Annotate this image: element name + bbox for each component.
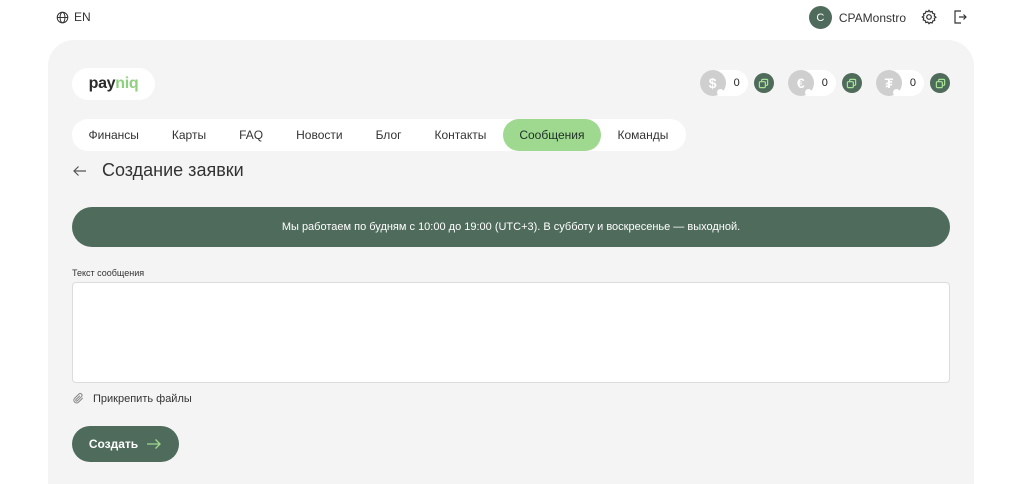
nav-item-faq[interactable]: FAQ xyxy=(223,119,280,151)
balance-value: 0 xyxy=(733,77,740,89)
attach-files-button[interactable]: Прикрепить файлы xyxy=(72,392,192,405)
tether-coin-icon: ₮ xyxy=(875,70,902,96)
nav-item-blog[interactable]: Блог xyxy=(359,119,418,151)
balances: $ 0 € 0 ₮ 0 xyxy=(699,70,950,96)
avatar: C xyxy=(808,6,832,29)
settings-gear-icon[interactable] xyxy=(921,9,937,25)
nav-item-messages[interactable]: Сообщения xyxy=(502,119,601,151)
arrow-right-icon xyxy=(147,439,162,449)
copy-icon[interactable] xyxy=(753,73,774,93)
balance-usd: $ 0 xyxy=(699,70,774,96)
balance-usdt: ₮ 0 xyxy=(875,70,950,96)
copy-icon[interactable] xyxy=(841,73,862,93)
dollar-coin-icon: $ xyxy=(699,70,726,96)
language-label: EN xyxy=(74,10,91,24)
page-title: Создание заявки xyxy=(102,160,244,180)
logout-icon[interactable] xyxy=(952,9,968,25)
message-textarea[interactable] xyxy=(72,282,950,383)
nav-item-finance[interactable]: Финансы xyxy=(72,119,155,151)
top-bar: EN C CPAMonstro xyxy=(0,0,1024,36)
balance-value: 0 xyxy=(909,77,916,89)
create-button[interactable]: Создать xyxy=(72,426,179,462)
title-row: Создание заявки xyxy=(72,160,244,181)
message-label: Текст сообщения xyxy=(72,268,145,278)
attach-files-label: Прикрепить файлы xyxy=(93,392,192,405)
balance-eur: € 0 xyxy=(787,70,862,96)
payniq-logo[interactable]: pay niq xyxy=(72,68,155,100)
username: CPAMonstro xyxy=(838,10,906,25)
globe-icon xyxy=(56,11,69,23)
paperclip-icon xyxy=(73,392,84,404)
nav-item-cards[interactable]: Карты xyxy=(155,119,222,151)
language-switcher[interactable]: EN xyxy=(56,10,91,24)
euro-coin-icon: € xyxy=(787,70,814,96)
main-card: pay niq $ 0 € 0 ₮ 0 Финансы Карты FAQ Но… xyxy=(48,40,974,484)
create-button-label: Создать xyxy=(88,437,139,451)
nav-item-teams[interactable]: Команды xyxy=(601,119,685,151)
main-nav: Финансы Карты FAQ Новости Блог Контакты … xyxy=(72,119,686,151)
nav-item-contacts[interactable]: Контакты xyxy=(418,119,503,151)
user-profile[interactable]: C CPAMonstro xyxy=(808,6,906,29)
working-hours-banner: Мы работаем по будням с 10:00 до 19:00 (… xyxy=(72,207,950,247)
back-arrow-icon[interactable] xyxy=(72,163,88,179)
nav-item-news[interactable]: Новости xyxy=(280,119,359,151)
copy-icon[interactable] xyxy=(930,73,950,93)
balance-value: 0 xyxy=(821,77,828,89)
